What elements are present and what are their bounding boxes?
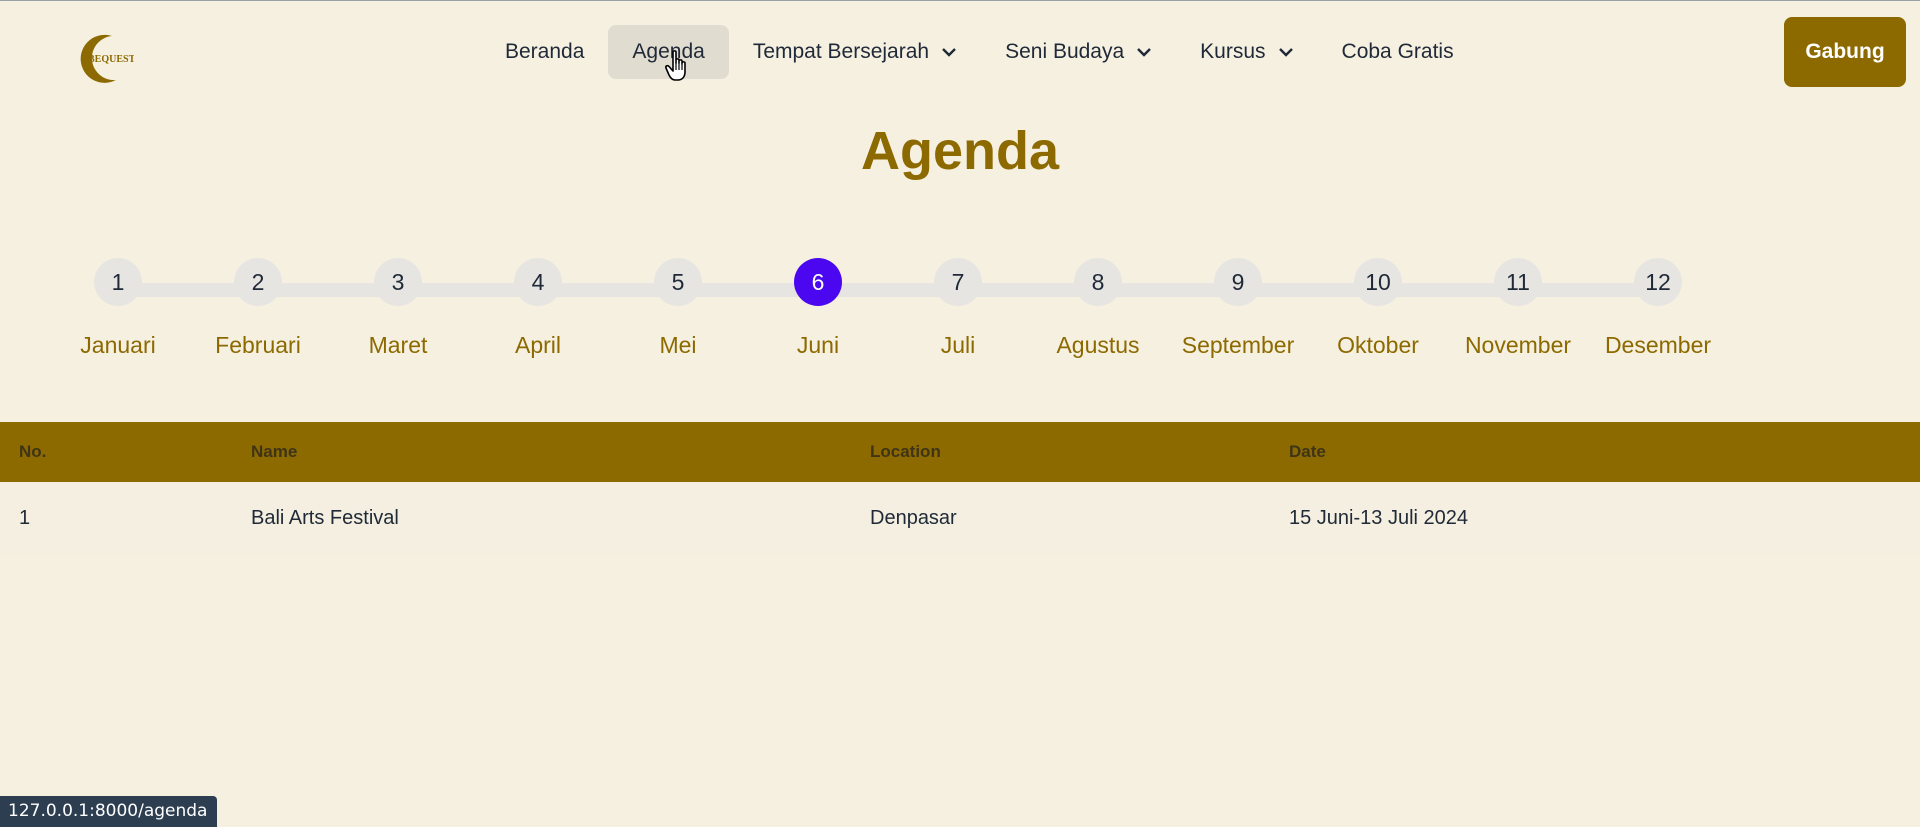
table-header-row: No. Name Location Date xyxy=(0,422,1920,482)
nav-coba-gratis[interactable]: Coba Gratis xyxy=(1318,25,1478,79)
month-label[interactable]: Januari xyxy=(48,332,188,359)
month-label[interactable]: Februari xyxy=(188,332,328,359)
join-button[interactable]: Gabung xyxy=(1784,17,1906,87)
nav-kursus[interactable]: Kursus xyxy=(1176,25,1317,79)
month-timeline: 1 Januari 2 Februari 3 Maret 4 April 5 Mei 6 Juni 7 J… xyxy=(0,258,1920,368)
month-number[interactable]: 1 xyxy=(94,258,142,306)
month-label[interactable]: Juli xyxy=(888,332,1028,359)
month-step-mei[interactable]: 5 Mei xyxy=(608,258,748,359)
month-number[interactable]: 11 xyxy=(1494,258,1542,306)
month-step-oktober[interactable]: 10 Oktober xyxy=(1308,258,1448,359)
chevron-down-icon xyxy=(942,48,956,57)
month-step-juni[interactable]: 6 Juni xyxy=(748,258,888,359)
nav-tempat-bersejarah-label: Tempat Bersejarah xyxy=(752,40,930,63)
navbar: BEQUEST Beranda Agenda Tempat Bersejarah… xyxy=(0,0,1920,106)
column-header-no: No. xyxy=(0,422,232,482)
month-number[interactable]: 5 xyxy=(654,258,702,306)
month-label[interactable]: Mei xyxy=(608,332,748,359)
page-title: Agenda xyxy=(860,121,1060,181)
month-number[interactable]: 9 xyxy=(1214,258,1262,306)
month-label[interactable]: Maret xyxy=(328,332,468,359)
month-label[interactable]: Agustus xyxy=(1028,332,1168,359)
month-label[interactable]: November xyxy=(1448,332,1588,359)
nav-coba-gratis-label: Coba Gratis xyxy=(1341,40,1454,63)
column-header-name: Name xyxy=(232,422,851,482)
chevron-down-icon xyxy=(1278,48,1293,57)
cell-no: 1 xyxy=(0,482,232,554)
column-header-date: Date xyxy=(1270,422,1920,482)
month-step-september[interactable]: 9 September xyxy=(1168,258,1308,359)
month-number[interactable]: 6 xyxy=(794,258,842,306)
month-label[interactable]: September xyxy=(1168,332,1308,359)
nav-seni-budaya-label: Seni Budaya xyxy=(1005,40,1125,63)
nav-kursus-label: Kursus xyxy=(1200,40,1266,63)
nav-beranda[interactable]: Beranda xyxy=(481,25,608,79)
cell-date: 15 Juni-13 Juli 2024 xyxy=(1270,482,1920,554)
table-row: 1 Bali Arts Festival Denpasar 15 Juni-13… xyxy=(0,482,1920,554)
month-step-november[interactable]: 11 November xyxy=(1448,258,1588,359)
month-number[interactable]: 12 xyxy=(1634,258,1682,306)
month-number[interactable]: 2 xyxy=(234,258,282,306)
main-menu: Beranda Agenda Tempat Bersejarah Seni Bu… xyxy=(481,25,1478,79)
svg-text:BEQUEST: BEQUEST xyxy=(88,54,134,65)
month-number[interactable]: 7 xyxy=(934,258,982,306)
nav-tempat-bersejarah[interactable]: Tempat Bersejarah xyxy=(729,25,981,79)
month-label[interactable]: Oktober xyxy=(1308,332,1448,359)
bequest-logo[interactable]: BEQUEST xyxy=(72,30,136,86)
agenda-table: No. Name Location Date 1 Bali Arts Festi… xyxy=(0,422,1920,554)
month-label[interactable]: April xyxy=(468,332,608,359)
month-step-maret[interactable]: 3 Maret xyxy=(328,258,468,359)
month-label[interactable]: Juni xyxy=(748,332,888,359)
month-number[interactable]: 4 xyxy=(514,258,562,306)
cell-location: Denpasar xyxy=(851,482,1270,554)
month-step-februari[interactable]: 2 Februari xyxy=(188,258,328,359)
month-number[interactable]: 10 xyxy=(1354,258,1402,306)
month-label[interactable]: Desember xyxy=(1588,332,1728,359)
hand-pointer-cursor-icon xyxy=(665,50,686,81)
chevron-down-icon xyxy=(1137,48,1152,57)
month-number[interactable]: 8 xyxy=(1074,258,1122,306)
nav-beranda-label: Beranda xyxy=(505,40,585,63)
month-step-april[interactable]: 4 April xyxy=(468,258,608,359)
status-bar-url: 127.0.0.1:8000/agenda xyxy=(0,796,218,827)
month-step-desember[interactable]: 12 Desember xyxy=(1588,258,1728,359)
month-step-juli[interactable]: 7 Juli xyxy=(888,258,1028,359)
column-header-location: Location xyxy=(851,422,1270,482)
cell-name: Bali Arts Festival xyxy=(232,482,851,554)
month-step-januari[interactable]: 1 Januari xyxy=(48,258,188,359)
month-number[interactable]: 3 xyxy=(374,258,422,306)
nav-seni-budaya[interactable]: Seni Budaya xyxy=(981,25,1176,79)
month-step-agustus[interactable]: 8 Agustus xyxy=(1028,258,1168,359)
